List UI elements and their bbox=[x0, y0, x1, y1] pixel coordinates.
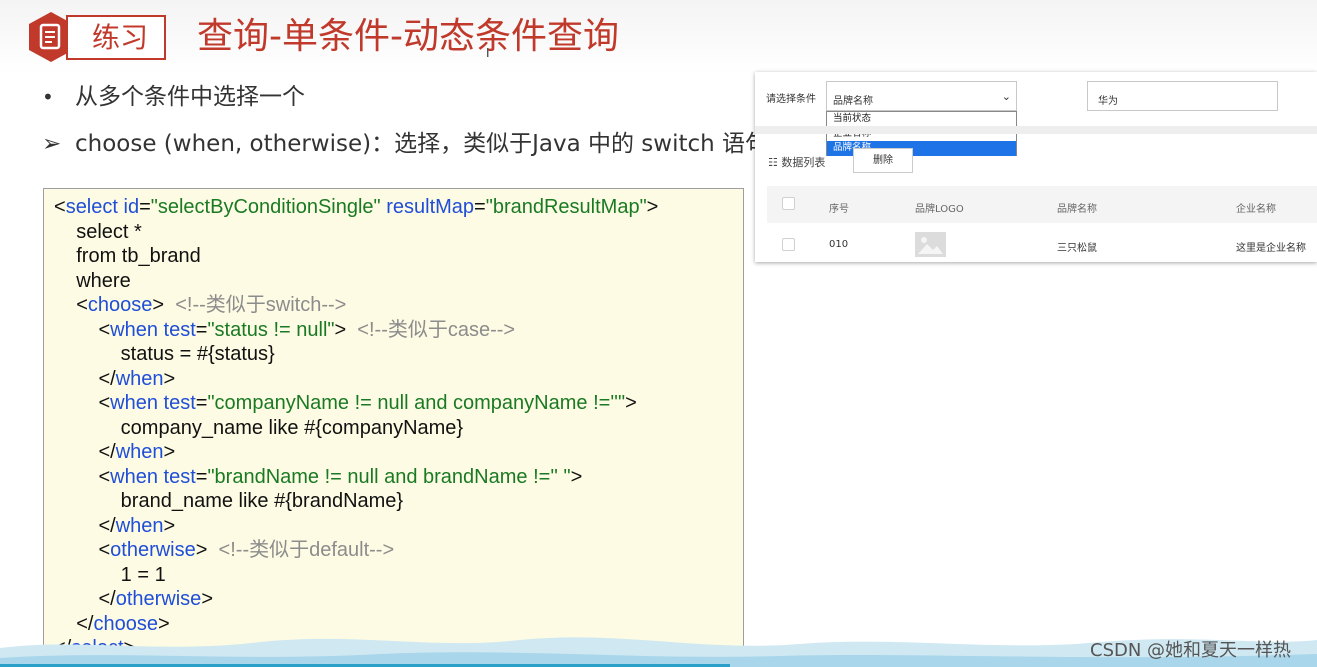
table-cell-brand: 三只松鼠 bbox=[1057, 243, 1097, 254]
bullet-item: ➢ choose (when, otherwise)：选择，类似于Java 中的 … bbox=[42, 128, 768, 160]
column-header: 品牌LOGO bbox=[915, 204, 964, 215]
bullet-dot-icon: • bbox=[42, 85, 54, 109]
bullet-text: choose (when, otherwise)：选择，类似于Java 中的 s… bbox=[75, 131, 769, 157]
code-block: <select id="selectByConditionSingle" res… bbox=[43, 188, 744, 667]
condition-select[interactable]: 品牌名称 ⌄ bbox=[826, 81, 1017, 111]
row-checkbox[interactable] bbox=[782, 238, 795, 251]
dropdown-option[interactable]: 当前状态 bbox=[827, 112, 1016, 127]
watermark: CSDN @她和夏天一样热 bbox=[1090, 640, 1292, 661]
condition-select-value: 品牌名称 bbox=[833, 96, 873, 107]
table-cell-company: 这里是企业名称 bbox=[1236, 243, 1306, 254]
column-header: 企业名称 bbox=[1236, 204, 1276, 215]
list-icon: ☷ bbox=[768, 156, 782, 169]
bullet-text: 从多个条件中选择一个 bbox=[75, 84, 305, 110]
select-all-checkbox[interactable] bbox=[782, 197, 795, 210]
table-header bbox=[767, 186, 1317, 223]
section-divider bbox=[755, 126, 1317, 134]
image-placeholder-icon bbox=[915, 232, 946, 257]
search-input[interactable]: 华为 bbox=[1087, 81, 1278, 111]
bullet-item: • 从多个条件中选择一个 bbox=[42, 81, 305, 113]
column-header: 序号 bbox=[829, 204, 849, 215]
table-cell-id: 010 bbox=[829, 239, 849, 250]
delete-button[interactable]: 删除 bbox=[853, 148, 913, 173]
page-title: 查询-单条件-动态条件查询 bbox=[197, 16, 619, 57]
code-listing: <select id="selectByConditionSingle" res… bbox=[54, 196, 659, 659]
condition-label: 请选择条件 bbox=[766, 94, 816, 105]
data-list-title: ☷ 数据列表 bbox=[768, 154, 825, 170]
bullet-arrow-icon: ➢ bbox=[42, 131, 62, 157]
column-header: 品牌名称 bbox=[1057, 204, 1097, 215]
data-list-label: 数据列表 bbox=[781, 156, 826, 169]
chevron-down-icon: ⌄ bbox=[1001, 90, 1011, 103]
text-cursor-icon: I bbox=[486, 46, 490, 60]
exercise-badge: 练习 bbox=[66, 15, 166, 60]
